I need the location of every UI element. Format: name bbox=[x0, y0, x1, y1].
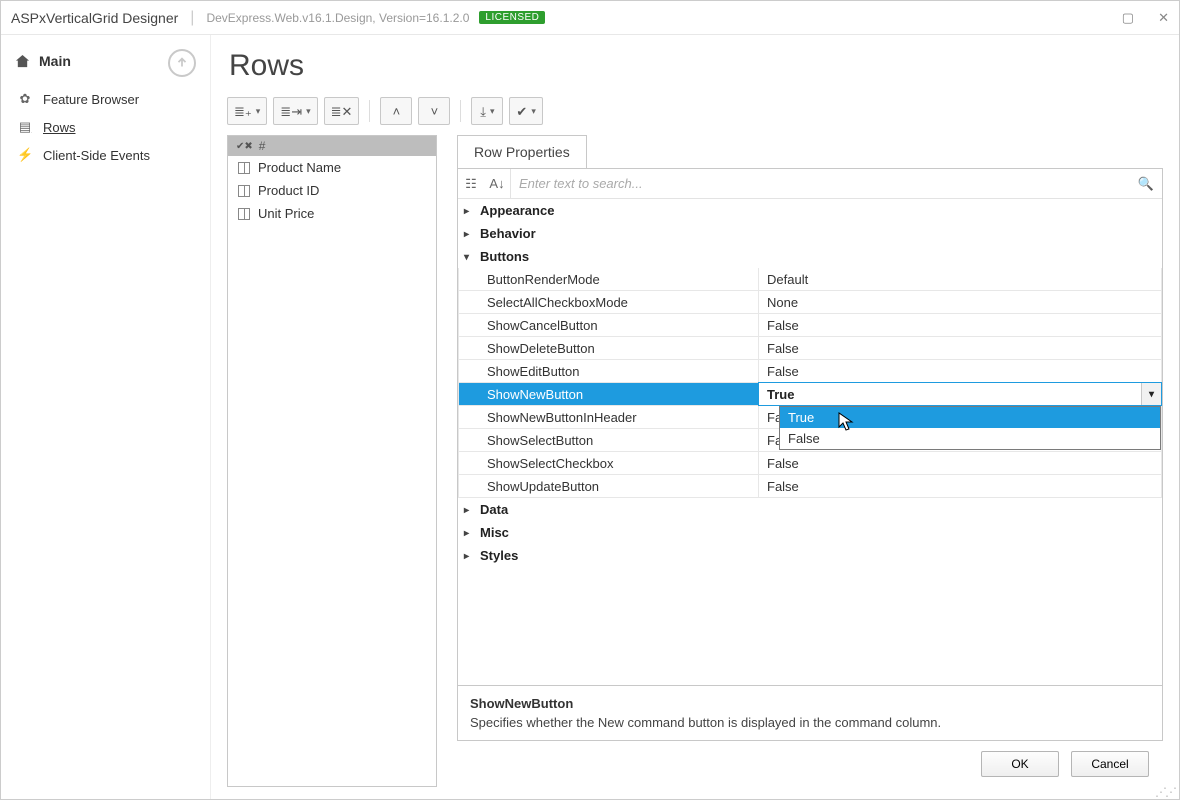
sidebar: Main ✿ Feature Browser ▤ Rows ⚡ Client-S… bbox=[1, 35, 211, 799]
property-row[interactable]: ShowUpdateButtonFalse bbox=[458, 475, 1162, 498]
column-icon bbox=[238, 185, 250, 197]
ok-button[interactable]: OK bbox=[981, 751, 1059, 777]
row-list-item[interactable]: Product Name bbox=[228, 156, 436, 179]
sidebar-item-label: Client-Side Events bbox=[43, 148, 150, 163]
sidebar-item-label: Feature Browser bbox=[43, 92, 139, 107]
row-list-item[interactable]: Product ID bbox=[228, 179, 436, 202]
home-icon bbox=[15, 54, 31, 69]
category-buttons[interactable]: ▾Buttons bbox=[458, 245, 1162, 268]
alphabetical-view-button[interactable]: A↓ bbox=[484, 171, 510, 197]
property-row[interactable]: ShowEditButtonFalse bbox=[458, 360, 1162, 383]
property-value[interactable]: True▾ bbox=[758, 382, 1162, 406]
property-key: ShowSelectButton bbox=[459, 429, 759, 451]
command-row-icon: ✔✖ bbox=[236, 141, 253, 152]
row-list-item-label: Product ID bbox=[258, 183, 319, 198]
property-row[interactable]: ShowDeleteButtonFalse bbox=[458, 337, 1162, 360]
property-row[interactable]: ShowNewButtonTrue▾ bbox=[458, 383, 1162, 406]
sidebar-item-client-events[interactable]: ⚡ Client-Side Events bbox=[15, 141, 196, 169]
license-badge: LICENSED bbox=[479, 11, 545, 24]
property-row[interactable]: ShowCancelButtonFalse bbox=[458, 314, 1162, 337]
sidebar-item-feature-browser[interactable]: ✿ Feature Browser bbox=[15, 85, 196, 113]
category-behavior[interactable]: ▸Behavior bbox=[458, 222, 1162, 245]
rows-list-header[interactable]: ✔✖ # bbox=[228, 136, 436, 156]
page-title: Rows bbox=[229, 49, 1161, 83]
bolt-icon: ⚡ bbox=[17, 147, 33, 163]
property-value[interactable]: False bbox=[759, 337, 1161, 359]
rows-toolbar: ≣₊▾ ≣⇥▾ ≣✕ ˄ ˅ ⤓▾ ✔▾ bbox=[227, 97, 1163, 125]
sidebar-item-rows[interactable]: ▤ Rows bbox=[15, 113, 196, 141]
retrieve-fields-button[interactable]: ⤓▾ bbox=[471, 97, 503, 125]
toolbar-separator bbox=[369, 100, 370, 122]
row-list-item-label: Product Name bbox=[258, 160, 341, 175]
nav-up-button[interactable] bbox=[168, 49, 196, 77]
autofill-button[interactable]: ✔▾ bbox=[509, 97, 542, 125]
value-dropdown[interactable]: TrueFalse bbox=[779, 406, 1161, 450]
main-area: Rows ≣₊▾ ≣⇥▾ ≣✕ ˄ ˅ ⤓▾ ✔▾ ✔✖ # bbox=[211, 35, 1179, 799]
property-key: ShowNewButton bbox=[459, 383, 759, 405]
insert-row-button[interactable]: ≣⇥▾ bbox=[273, 97, 317, 125]
cursor-icon bbox=[838, 412, 854, 432]
property-row[interactable]: SelectAllCheckboxModeNone bbox=[458, 291, 1162, 314]
row-list-item-label: Unit Price bbox=[258, 206, 314, 221]
property-grid: ☷ A↓ 🔍 ▸Appearance ▸Behavior ▾Buttons bbox=[457, 168, 1163, 741]
move-up-button[interactable]: ˄ bbox=[380, 97, 412, 125]
row-list-item[interactable]: Unit Price bbox=[228, 202, 436, 225]
resize-grip[interactable]: ⋰⋰ bbox=[1155, 789, 1175, 795]
move-down-button[interactable]: ˅ bbox=[418, 97, 450, 125]
property-row[interactable]: ShowSelectCheckboxFalse bbox=[458, 452, 1162, 475]
description-title: ShowNewButton bbox=[470, 696, 1150, 711]
designer-window: ASPxVerticalGrid Designer | DevExpress.W… bbox=[0, 0, 1180, 800]
add-row-button[interactable]: ≣₊▾ bbox=[227, 97, 267, 125]
column-icon bbox=[238, 162, 250, 174]
property-search[interactable]: 🔍 bbox=[510, 169, 1162, 198]
dropdown-toggle[interactable]: ▾ bbox=[1141, 383, 1161, 405]
property-key: ShowNewButtonInHeader bbox=[459, 406, 759, 428]
category-appearance[interactable]: ▸Appearance bbox=[458, 199, 1162, 222]
category-misc[interactable]: ▸Misc bbox=[458, 521, 1162, 544]
property-value[interactable]: Default bbox=[759, 268, 1161, 290]
property-value[interactable]: None bbox=[759, 291, 1161, 313]
dropdown-option[interactable]: False bbox=[780, 428, 1160, 449]
description-text: Specifies whether the New command button… bbox=[470, 715, 1150, 730]
property-description: ShowNewButton Specifies whether the New … bbox=[458, 685, 1162, 740]
sidebar-item-label: Rows bbox=[43, 120, 76, 135]
toolbar-separator bbox=[460, 100, 461, 122]
property-key: ButtonRenderMode bbox=[459, 268, 759, 290]
rows-icon: ▤ bbox=[17, 119, 33, 135]
maximize-icon[interactable]: ▢ bbox=[1122, 10, 1134, 26]
search-icon[interactable]: 🔍 bbox=[1138, 176, 1154, 192]
titlebar-separator: | bbox=[190, 9, 194, 27]
category-data[interactable]: ▸Data bbox=[458, 498, 1162, 521]
sidebar-main-label: Main bbox=[39, 53, 71, 69]
property-key: SelectAllCheckboxMode bbox=[459, 291, 759, 313]
property-key: ShowDeleteButton bbox=[459, 337, 759, 359]
property-value[interactable]: False bbox=[759, 314, 1161, 336]
property-value[interactable]: False bbox=[759, 360, 1161, 382]
close-icon[interactable]: ✕ bbox=[1158, 10, 1169, 26]
property-key: ShowEditButton bbox=[459, 360, 759, 382]
property-row[interactable]: ButtonRenderModeDefault bbox=[458, 268, 1162, 291]
category-styles[interactable]: ▸Styles bbox=[458, 544, 1162, 567]
property-key: ShowUpdateButton bbox=[459, 475, 759, 497]
cancel-button[interactable]: Cancel bbox=[1071, 751, 1149, 777]
rows-list-header-text: # bbox=[259, 139, 266, 153]
property-panel: Row Properties ☷ A↓ 🔍 ▸Appearan bbox=[457, 135, 1163, 787]
column-icon bbox=[238, 208, 250, 220]
property-key: ShowCancelButton bbox=[459, 314, 759, 336]
property-value[interactable]: False bbox=[759, 452, 1161, 474]
rows-listbox[interactable]: ✔✖ # Product Name Product ID Unit Price bbox=[227, 135, 437, 787]
tab-row-properties[interactable]: Row Properties bbox=[457, 135, 587, 168]
gear-icon: ✿ bbox=[17, 91, 33, 107]
categorized-view-button[interactable]: ☷ bbox=[458, 171, 484, 197]
version-text: DevExpress.Web.v16.1.Design, Version=16.… bbox=[206, 11, 469, 25]
remove-row-button[interactable]: ≣✕ bbox=[324, 97, 360, 125]
search-input[interactable] bbox=[519, 176, 1138, 191]
property-key: ShowSelectCheckbox bbox=[459, 452, 759, 474]
property-value[interactable]: False bbox=[759, 475, 1161, 497]
titlebar: ASPxVerticalGrid Designer | DevExpress.W… bbox=[1, 1, 1179, 35]
dropdown-option[interactable]: True bbox=[780, 407, 1160, 428]
app-title: ASPxVerticalGrid Designer bbox=[11, 10, 178, 26]
